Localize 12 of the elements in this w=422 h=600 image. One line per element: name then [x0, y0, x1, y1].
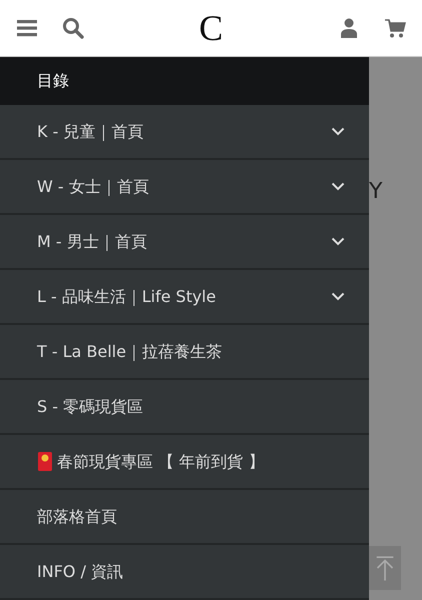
chevron-down-icon[interactable] [331, 182, 345, 191]
chevron-down-icon[interactable] [331, 127, 345, 136]
envelope-icon [37, 451, 53, 472]
chevron-down-icon[interactable] [331, 237, 345, 246]
search-icon[interactable] [62, 17, 84, 39]
logo[interactable]: C [198, 10, 223, 46]
menu-icon[interactable] [16, 17, 38, 39]
user-icon[interactable] [338, 17, 360, 39]
cart-icon[interactable] [384, 17, 406, 39]
drawer-title: 目錄 [37, 70, 69, 92]
chevron-down-icon[interactable] [331, 292, 345, 301]
backdrop-text: Y [369, 178, 384, 206]
